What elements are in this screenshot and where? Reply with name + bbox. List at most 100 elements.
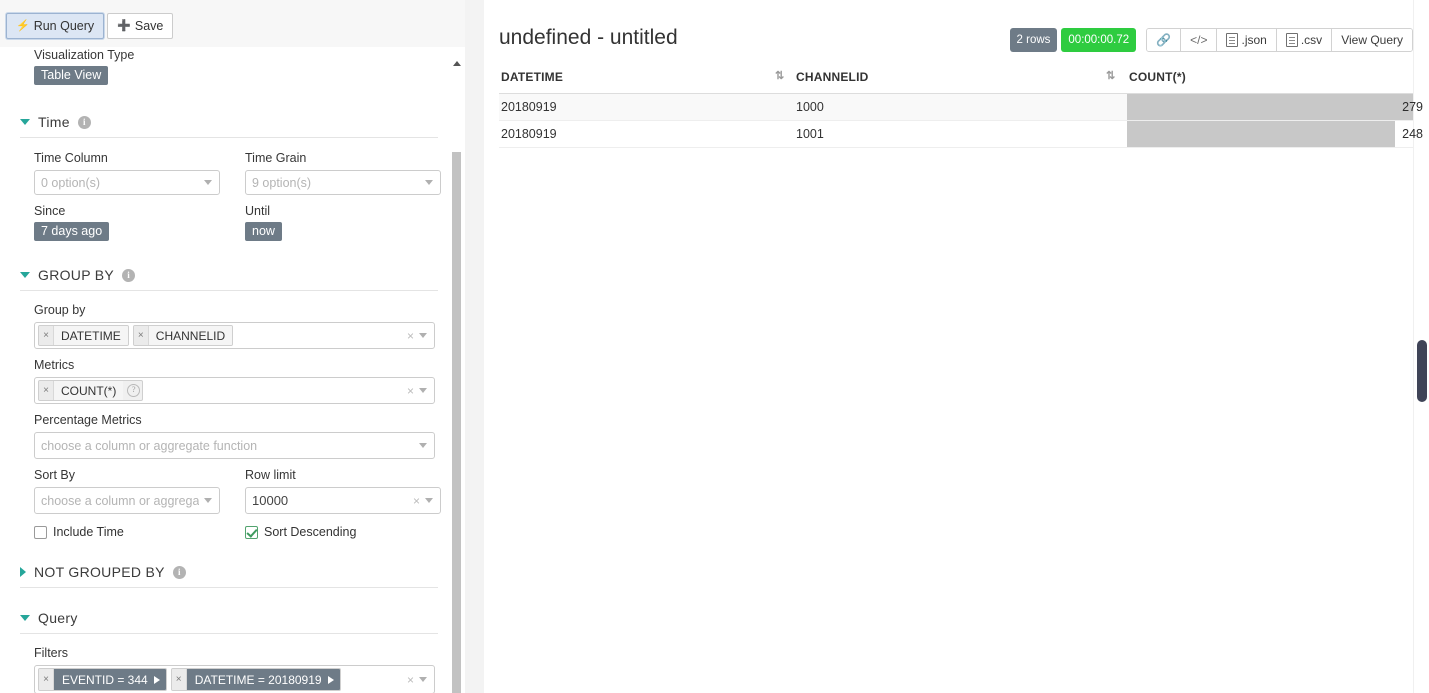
remove-token-icon[interactable]: ×	[39, 326, 54, 345]
save-label: Save	[134, 19, 164, 33]
embed-code-button[interactable]: </>	[1181, 29, 1218, 51]
group-by-token-label: DATETIME	[54, 326, 128, 345]
help-icon[interactable]: ?	[127, 384, 141, 397]
export-json-button[interactable]: .json	[1217, 29, 1277, 51]
row-limit-select[interactable]: 10000 ×	[245, 487, 441, 514]
table-row[interactable]: 20180919 1001 248	[499, 120, 1429, 148]
since-value[interactable]: 7 days ago	[34, 222, 110, 241]
export-csv-button[interactable]: .csv	[1276, 29, 1333, 51]
chevron-down-icon[interactable]	[20, 272, 30, 278]
sort-toggle-icon[interactable]: ⇅	[1106, 71, 1115, 82]
remove-filter-icon[interactable]: ×	[39, 669, 54, 690]
run-query-button[interactable]: ⚡ Run Query	[6, 13, 105, 39]
view-query-button[interactable]: View Query	[1332, 29, 1412, 51]
play-icon	[327, 675, 334, 684]
visualization-type-control: Visualization Type Table View	[0, 47, 452, 85]
sort-toggle-icon[interactable]: ⇅	[775, 71, 784, 82]
remove-token-icon[interactable]: ×	[39, 381, 54, 400]
include-time-checkbox-row[interactable]: Include Time	[34, 525, 230, 539]
chart-panel: undefined - untitled 2 rows 00:00:00.72 …	[484, 0, 1429, 693]
info-icon[interactable]: i	[172, 565, 186, 579]
group-by-token[interactable]: × CHANNELID	[132, 325, 234, 346]
query-section-title: Query	[38, 610, 78, 626]
cell-count-value: 279	[1402, 100, 1423, 114]
percentage-metrics-label: Percentage Metrics	[34, 413, 142, 427]
scroll-up-arrow-icon[interactable]	[452, 58, 461, 68]
filter-token-label: EVENTID = 344	[54, 669, 166, 690]
filter-token[interactable]: × DATETIME = 20180919	[170, 668, 341, 691]
info-icon[interactable]: i	[122, 268, 136, 282]
sort-descending-checkbox[interactable]	[245, 525, 258, 539]
sort-by-select[interactable]: choose a column or aggrega..	[34, 487, 220, 514]
query-section-header[interactable]: Query	[20, 610, 438, 634]
sort-by-placeholder: choose a column or aggrega..	[41, 493, 199, 508]
percentage-metrics-field: Percentage Metrics choose a column or ag…	[34, 412, 452, 459]
group-by-section-title: GROUP BY	[38, 267, 115, 283]
count-bar-cell: 279	[1127, 94, 1429, 120]
chevron-down-icon[interactable]	[20, 615, 30, 621]
column-header-datetime[interactable]: DATETIME ⇅	[499, 62, 794, 94]
chart-header-actions: 2 rows 00:00:00.72 🔗 </> .json .csv View…	[1009, 28, 1413, 52]
query-section: Query Filters × EVENTID = 344 × DATETIME…	[0, 610, 452, 693]
save-button[interactable]: ➕ Save	[107, 13, 174, 39]
remove-token-icon[interactable]: ×	[133, 326, 149, 345]
metric-token-label: COUNT(*)	[54, 381, 124, 400]
clear-all-icon[interactable]: ×	[407, 385, 414, 397]
group-by-field: Group by × DATETIME × CHANNELID ×	[34, 302, 452, 349]
group-by-select[interactable]: × DATETIME × CHANNELID ×	[34, 322, 435, 349]
sort-descending-checkbox-row[interactable]: Sort Descending	[245, 525, 445, 539]
cell-count: 248	[1127, 120, 1429, 148]
csv-file-icon	[1285, 33, 1298, 47]
metrics-label: Metrics	[34, 358, 75, 372]
table-header-row: DATETIME ⇅ CHANNELID ⇅ COUNT(*)	[499, 62, 1429, 94]
info-icon[interactable]: i	[77, 115, 91, 129]
chevron-down-icon[interactable]	[20, 119, 30, 125]
page-scrollbar-thumb[interactable]	[1417, 340, 1427, 402]
time-section-header[interactable]: Time i	[20, 114, 438, 138]
link-icon: 🔗	[1156, 33, 1172, 47]
column-header-channelid[interactable]: CHANNELID ⇅	[794, 62, 1127, 94]
time-grain-field: Time Grain 9 option(s)	[245, 150, 445, 195]
percentage-metrics-select[interactable]: choose a column or aggregate function	[34, 432, 435, 459]
count-bar	[1127, 94, 1429, 120]
play-icon	[153, 675, 160, 684]
remove-filter-icon[interactable]: ×	[171, 669, 187, 690]
visualization-type-value[interactable]: Table View	[34, 66, 109, 85]
code-icon: </>	[1190, 33, 1208, 47]
time-grain-placeholder: 9 option(s)	[252, 175, 312, 190]
column-header-count[interactable]: COUNT(*) ↧≡	[1127, 62, 1429, 94]
query-time-badge: 00:00:00.72	[1061, 28, 1137, 52]
group-by-section-header[interactable]: GROUP BY i	[20, 267, 438, 291]
group-by-token[interactable]: × DATETIME	[38, 325, 129, 346]
export-csv-label: .csv	[1300, 33, 1323, 47]
control-panel-scroll-area[interactable]: Visualization Type Table View Time i Tim…	[0, 47, 465, 693]
metrics-select[interactable]: × COUNT(*) ? ×	[34, 377, 435, 404]
not-grouped-by-section-header[interactable]: NOT GROUPED BY i	[20, 564, 438, 588]
include-time-checkbox[interactable]	[34, 525, 47, 539]
filter-token[interactable]: × EVENTID = 344	[38, 668, 167, 691]
sort-by-label: Sort By	[34, 468, 75, 482]
control-panel-scrollbar-thumb[interactable]	[452, 152, 461, 693]
table-row[interactable]: 20180919 1000 279	[499, 93, 1429, 121]
time-column-select[interactable]: 0 option(s)	[34, 170, 220, 195]
time-grain-label: Time Grain	[245, 151, 307, 165]
metric-token[interactable]: × COUNT(*) ?	[38, 380, 144, 401]
cell-channelid-value: 1001	[796, 127, 824, 141]
since-label: Since	[34, 204, 66, 218]
clear-all-icon[interactable]: ×	[407, 330, 414, 342]
clear-all-icon[interactable]: ×	[407, 674, 414, 686]
time-grain-select[interactable]: 9 option(s)	[245, 170, 441, 195]
clear-icon[interactable]: ×	[413, 495, 420, 507]
chevron-right-icon[interactable]	[20, 567, 26, 577]
cell-channelid-value: 1000	[796, 100, 824, 114]
toolbar-button-group: ⚡ Run Query ➕ Save	[6, 13, 174, 39]
until-label: Until	[245, 204, 271, 218]
filters-select[interactable]: × EVENTID = 344 × DATETIME = 20180919 ×	[34, 665, 435, 693]
cell-datetime: 20180919	[499, 120, 794, 148]
group-by-token-label: CHANNELID	[148, 326, 233, 345]
until-value[interactable]: now	[245, 222, 282, 241]
sort-descending-label: Sort Descending	[264, 525, 357, 539]
time-column-label: Time Column	[34, 151, 108, 165]
share-link-button[interactable]: 🔗	[1147, 29, 1182, 51]
column-header-count-label: COUNT(*)	[1129, 70, 1186, 84]
